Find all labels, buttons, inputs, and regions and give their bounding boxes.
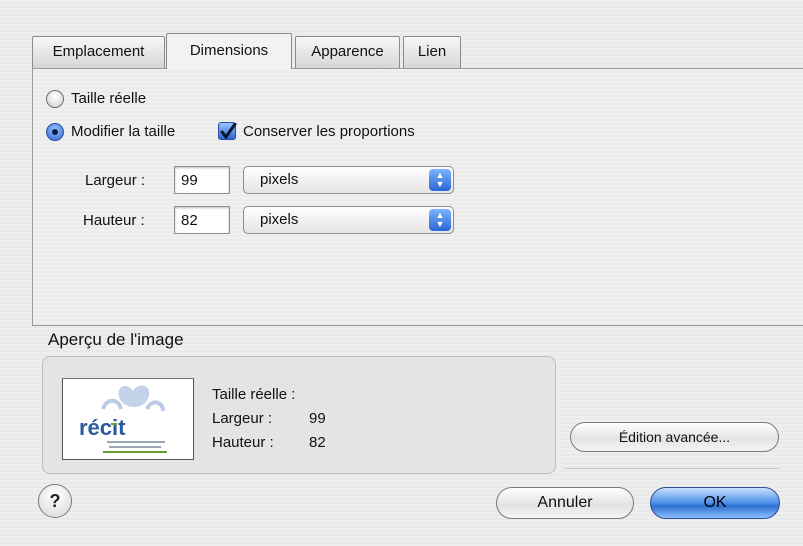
width-unit-select[interactable]: pixels ▲ ▼ [243,166,454,194]
preview-width-label: Largeur : [212,410,273,427]
recit-logo: récit [79,385,167,453]
height-unit-value: pixels [260,211,299,228]
height-label: Hauteur : [83,212,145,229]
preview-width-value: 99 [309,410,326,427]
keep-proportions-checkbox[interactable] [218,122,237,140]
advanced-edit-button[interactable]: Édition avancée... [570,422,779,452]
height-unit-select[interactable]: pixels ▲ ▼ [243,206,454,234]
preview-title: Aperçu de l'image [48,330,184,349]
dimensions-panel [32,68,803,326]
cancel-button[interactable]: Annuler [496,487,634,519]
modify-size-radio[interactable] [46,123,64,141]
updown-arrows-icon: ▲ ▼ [429,209,451,231]
modify-size-label[interactable]: Modifier la taille [71,123,175,140]
keep-proportions-label[interactable]: Conserver les proportions [243,123,415,140]
tab-apparence[interactable]: Apparence [295,36,400,68]
height-field[interactable] [174,206,230,234]
preview-height-value: 82 [309,434,326,451]
width-field[interactable] [174,166,230,194]
tab-dimensions[interactable]: Dimensions [166,33,292,69]
help-button[interactable]: ? [38,484,72,518]
ok-button[interactable]: OK [650,487,780,519]
tab-lien[interactable]: Lien [403,36,461,68]
logo-wordmark: récit [79,415,126,440]
width-unit-value: pixels [260,171,299,188]
updown-arrows-icon: ▲ ▼ [429,169,451,191]
actual-size-label[interactable]: Taille réelle [71,90,146,107]
tab-emplacement[interactable]: Emplacement [32,36,165,68]
preview-info-title: Taille réelle : [212,386,296,403]
preview-thumbnail: récit [62,378,194,460]
preview-height-label: Hauteur : [212,434,274,451]
divider [564,468,780,469]
actual-size-radio[interactable] [46,90,64,108]
width-label: Largeur : [85,172,146,189]
help-icon: ? [49,491,61,511]
checkmark-icon [220,122,237,140]
